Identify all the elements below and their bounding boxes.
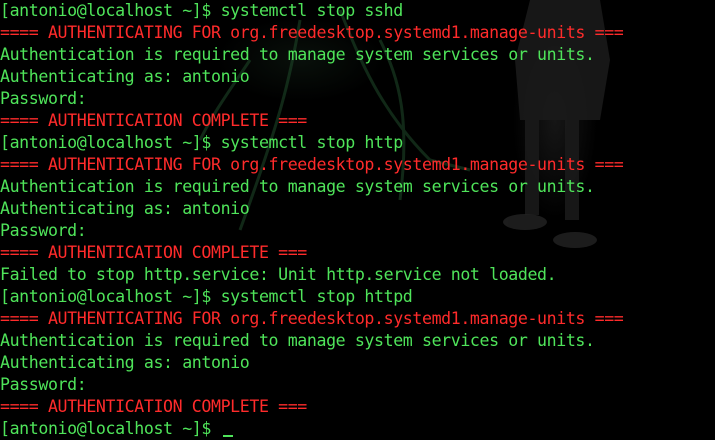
output-line: Password:: [0, 221, 87, 240]
output-line: Authentication is required to manage sys…: [0, 331, 595, 350]
output-line: Failed to stop http.service: Unit http.s…: [0, 265, 557, 284]
auth-banner-line: ==== AUTHENTICATION COMPLETE ===: [0, 243, 307, 262]
output-line: Password:: [0, 375, 87, 394]
auth-banner-line: ==== AUTHENTICATION COMPLETE ===: [0, 111, 307, 130]
command-line: [antonio@localhost ~]$ systemctl stop ht…: [0, 287, 413, 306]
output-line: Authenticating as: antonio: [0, 353, 250, 372]
command-line: [antonio@localhost ~]$ systemctl stop ht…: [0, 133, 403, 152]
text-cursor: [222, 435, 233, 437]
output-line: Authenticating as: antonio: [0, 67, 250, 86]
output-line: Authenticating as: antonio: [0, 199, 250, 218]
output-line: Authentication is required to manage sys…: [0, 45, 595, 64]
command-line: [antonio@localhost ~]$ systemctl stop ss…: [0, 1, 403, 20]
auth-banner-line: ==== AUTHENTICATION COMPLETE ===: [0, 397, 307, 416]
terminal-output: [antonio@localhost ~]$ systemctl stop ss…: [0, 0, 715, 440]
input-prompt-line[interactable]: [antonio@localhost ~]$: [0, 418, 715, 440]
auth-banner-line: ==== AUTHENTICATING FOR org.freedesktop.…: [0, 23, 624, 42]
terminal-window[interactable]: [antonio@localhost ~]$ systemctl stop ss…: [0, 0, 715, 440]
auth-banner-line: ==== AUTHENTICATING FOR org.freedesktop.…: [0, 309, 624, 328]
auth-banner-line: ==== AUTHENTICATING FOR org.freedesktop.…: [0, 155, 624, 174]
output-line: Authentication is required to manage sys…: [0, 177, 595, 196]
output-line: Password:: [0, 89, 87, 108]
